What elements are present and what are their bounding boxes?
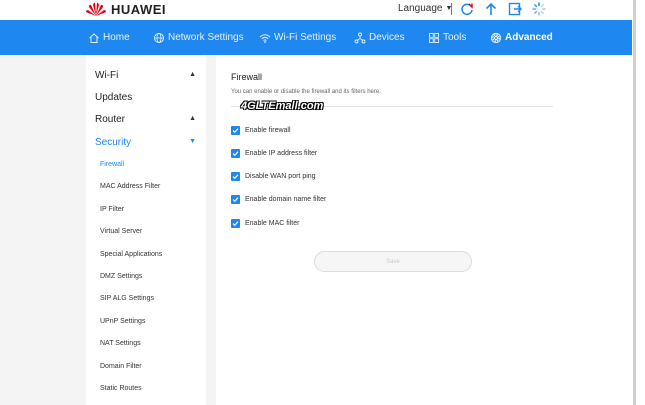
scrollbar-track[interactable] bbox=[633, 0, 636, 405]
nav-tools-label: Tools bbox=[443, 32, 467, 43]
page-description: You can enable or disable the firewall a… bbox=[231, 89, 381, 95]
sidebar-subitem-label: Firewall bbox=[100, 160, 125, 168]
sidebar-item-label: Security bbox=[95, 136, 132, 148]
globe-icon bbox=[154, 32, 164, 43]
sidebar-subitem-label: DMZ Settings bbox=[100, 272, 143, 280]
home-icon bbox=[89, 32, 99, 43]
nav-wifi-settings-label: Wi-Fi Settings bbox=[274, 32, 337, 43]
sidebar-subitem-domain-filter[interactable]: Domain Filter bbox=[86, 355, 206, 377]
nav-wifi-settings[interactable]: Wi-Fi Settings bbox=[259, 20, 336, 55]
huawei-flower-icon bbox=[86, 2, 106, 16]
nav-devices-label: Devices bbox=[369, 32, 405, 43]
sidebar-subitem-sip-alg-settings[interactable]: SIP ALG Settings bbox=[86, 287, 206, 309]
tools-icon bbox=[429, 32, 439, 43]
caret-up-icon: ▲ bbox=[189, 115, 196, 122]
sidebar-item-label: Router bbox=[95, 113, 126, 125]
wifi-icon bbox=[259, 33, 271, 43]
sidebar-subitem-nat-settings[interactable]: NAT Settings bbox=[86, 332, 206, 354]
sidebar-subitem-static-routes[interactable]: Static Routes bbox=[86, 377, 206, 399]
enable-domain-name-filter-checkbox[interactable]: Enable domain name filter bbox=[231, 195, 326, 204]
nav-advanced[interactable]: Advanced bbox=[490, 20, 553, 55]
nav-home[interactable]: Home bbox=[88, 20, 130, 55]
checkbox-label: Enable domain name filter bbox=[245, 196, 327, 203]
sidebar-subitem-label: NAT Settings bbox=[100, 339, 141, 347]
enable-mac-filter-checkbox[interactable]: Enable MAC filter bbox=[231, 219, 299, 228]
sidebar-subitem-mac-address-filter[interactable]: MAC Address Filter bbox=[86, 175, 206, 197]
enable-ip-address-filter-checkbox[interactable]: Enable IP address filter bbox=[231, 149, 317, 158]
nav-home-label: Home bbox=[103, 32, 130, 43]
brand-name: HUAWEI bbox=[111, 1, 166, 17]
sidebar-subitem-upnp-settings[interactable]: UPnP Settings bbox=[86, 310, 206, 332]
enable-firewall-checkbox[interactable]: Enable firewall bbox=[231, 126, 291, 135]
disable-wan-port-ping-checkbox[interactable]: Disable WAN port ping bbox=[231, 172, 316, 181]
checkbox-checked-icon[interactable] bbox=[231, 195, 240, 204]
sidebar-item-label: Wi-Fi bbox=[95, 69, 119, 81]
toolbar-divider bbox=[451, 3, 452, 15]
checkbox-label: Enable IP address filter bbox=[245, 150, 318, 157]
nav-advanced-label: Advanced bbox=[505, 32, 553, 43]
top-toolbar bbox=[451, 1, 555, 17]
sidebar-item-label: Updates bbox=[95, 91, 133, 103]
sidebar-subitem-label: MAC Address Filter bbox=[100, 182, 161, 190]
sidebar-subitem-firewall[interactable]: Firewall bbox=[86, 153, 206, 175]
nav-devices[interactable]: Devices bbox=[354, 20, 405, 55]
sidebar-item-wifi[interactable]: Wi-Fi ▲ bbox=[86, 64, 206, 86]
language-label: Language bbox=[398, 3, 443, 14]
devices-icon bbox=[354, 32, 366, 43]
sidebar-subitem-dmz-settings[interactable]: DMZ Settings bbox=[86, 265, 206, 287]
upload-arrow-icon[interactable] bbox=[483, 1, 499, 17]
page-title: Firewall bbox=[231, 72, 263, 82]
sidebar-subitem-ip-filter[interactable]: IP Filter bbox=[86, 198, 206, 220]
nav-network-settings[interactable]: Network Settings bbox=[153, 20, 244, 55]
sidebar-subitem-label: Static Routes bbox=[100, 384, 142, 392]
sidebar-subitem-label: UPnP Settings bbox=[100, 317, 146, 325]
checkbox-label: Enable MAC filter bbox=[245, 220, 300, 227]
checkbox-checked-icon[interactable] bbox=[231, 172, 240, 181]
sidebar-item-updates[interactable]: Updates bbox=[86, 86, 206, 108]
language-selector[interactable]: Language ▼ bbox=[398, 3, 452, 14]
sidebar: Wi-Fi ▲ Updates Router ▲ Security ▼ Fire… bbox=[86, 55, 206, 405]
sidebar-subitem-label: Domain Filter bbox=[100, 362, 142, 370]
logout-icon[interactable] bbox=[507, 1, 523, 17]
caret-up-icon: ▲ bbox=[189, 71, 196, 78]
sidebar-subitem-label: Virtual Server bbox=[100, 227, 143, 235]
sidebar-item-security[interactable]: Security ▼ bbox=[86, 131, 206, 153]
sidebar-subitem-label: Special Applications bbox=[100, 250, 163, 258]
main-nav: Home Network Settings Wi-Fi Settings Dev… bbox=[0, 20, 632, 55]
gear-icon bbox=[490, 32, 502, 43]
main-content: Firewall You can enable or disable the f… bbox=[216, 55, 632, 405]
sidebar-subitem-label: SIP ALG Settings bbox=[100, 294, 154, 302]
nav-network-settings-label: Network Settings bbox=[168, 32, 244, 43]
caret-down-icon: ▼ bbox=[189, 138, 196, 145]
sidebar-subitem-label: IP Filter bbox=[100, 205, 124, 213]
save-button[interactable]: Save bbox=[314, 251, 472, 272]
top-bar: HUAWEI Language ▼ bbox=[0, 0, 632, 20]
checkbox-label: Disable WAN port ping bbox=[245, 173, 316, 180]
huawei-logo[interactable]: HUAWEI bbox=[85, 0, 166, 18]
checkbox-checked-icon[interactable] bbox=[231, 126, 240, 135]
sidebar-subitem-virtual-server[interactable]: Virtual Server bbox=[86, 220, 206, 242]
nav-tools[interactable]: Tools bbox=[428, 20, 466, 55]
watermark: 4GLTEmall.com bbox=[241, 100, 324, 112]
checkbox-checked-icon[interactable] bbox=[231, 149, 240, 158]
sidebar-item-router[interactable]: Router ▲ bbox=[86, 108, 206, 130]
page-scrollbar[interactable] bbox=[632, 0, 645, 405]
checkbox-checked-icon[interactable] bbox=[231, 219, 240, 228]
checkbox-label: Enable firewall bbox=[245, 127, 291, 134]
refresh-icon[interactable] bbox=[459, 1, 475, 17]
loading-spinner-icon bbox=[531, 1, 547, 17]
sidebar-subitem-special-applications[interactable]: Special Applications bbox=[86, 243, 206, 265]
